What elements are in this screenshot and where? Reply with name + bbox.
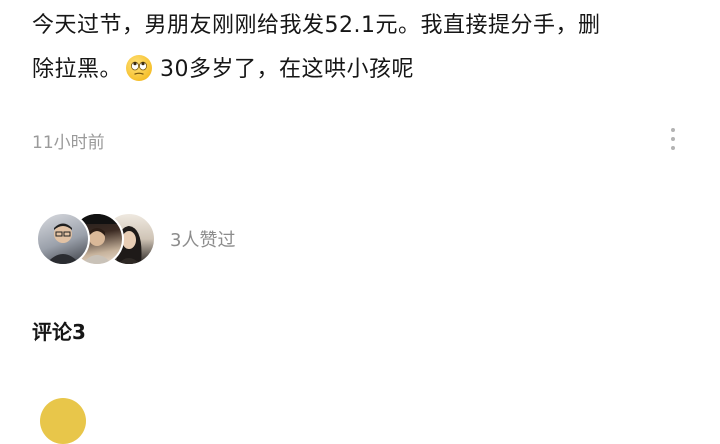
post-body: 今天过节，男朋友刚刚给我发52.1元。我直接提分手，删 除拉黑。 30多岁了，在… [32, 4, 692, 92]
post-text-line-1: 今天过节，男朋友刚刚给我发52.1元。我直接提分手，删 [32, 13, 601, 38]
post-meta-row: 11小时前 [32, 124, 692, 156]
avatar[interactable] [36, 212, 90, 266]
post-text-line-2-start: 除拉黑。 [32, 57, 123, 82]
comments-section-title: 评论3 [32, 320, 86, 344]
eye-roll-emoji-icon [126, 55, 153, 81]
more-options-button[interactable] [664, 124, 682, 156]
post-timestamp: 11小时前 [32, 133, 105, 153]
vertical-ellipsis-icon [664, 128, 682, 150]
post-text-line-2-end: 30多岁了，在这哄小孩呢 [160, 57, 415, 82]
likes-count-text[interactable]: 3人赞过 [170, 226, 235, 252]
post-text-line-2: 除拉黑。 30多岁了，在这哄小孩呢 [32, 48, 692, 92]
liker-avatars[interactable] [36, 212, 156, 266]
likes-row[interactable]: 3人赞过 [36, 210, 436, 266]
